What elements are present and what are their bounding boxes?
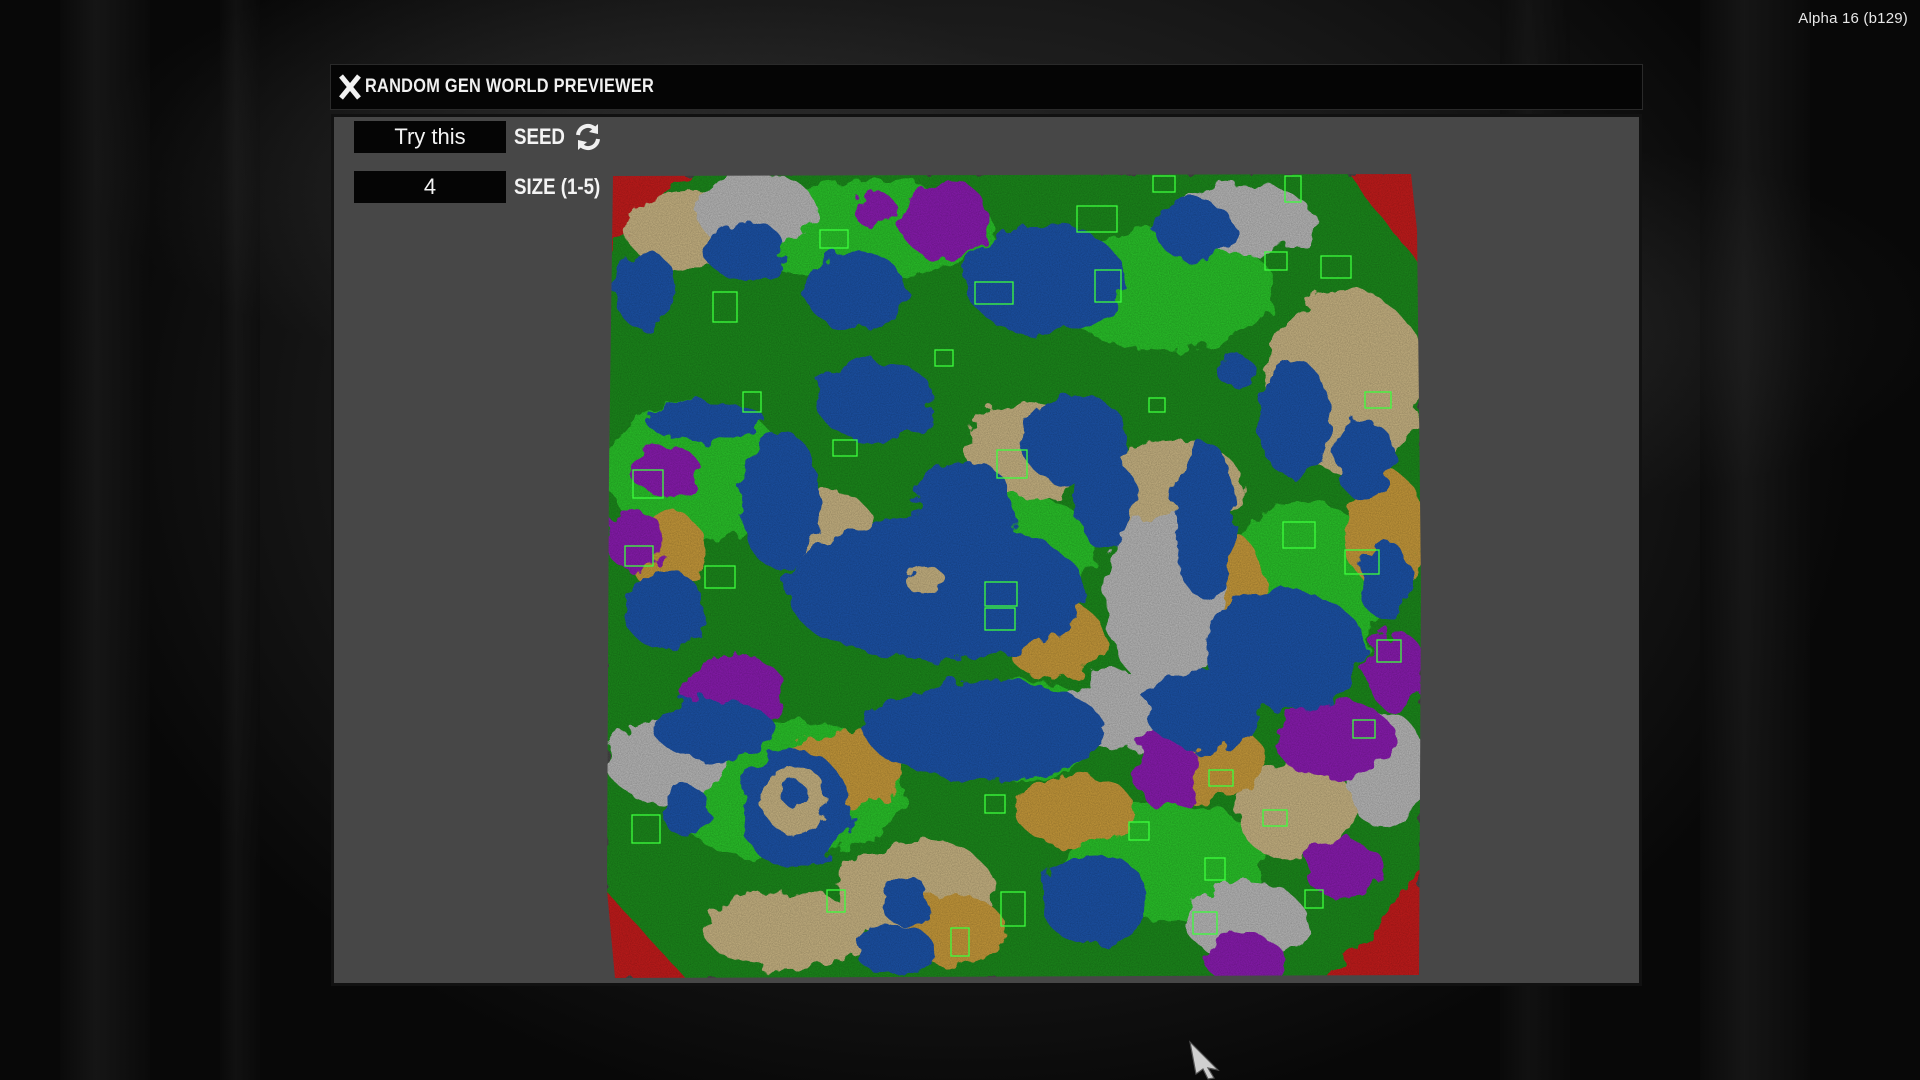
seed-input[interactable] — [354, 121, 506, 153]
world-preview-map[interactable] — [605, 170, 1423, 983]
window-title: RANDOM GEN WORLD PREVIEWER — [365, 76, 655, 97]
size-label: SIZE (1-5) — [514, 174, 601, 199]
seed-label: SEED — [514, 124, 565, 149]
version-label: Alpha 16 (b129) — [1798, 10, 1908, 27]
refresh-icon[interactable] — [572, 121, 604, 153]
mouse-cursor-icon — [1189, 1040, 1220, 1080]
close-x-icon[interactable] — [337, 72, 363, 102]
previewer-panel: SEED SIZE (1-5) — [331, 114, 1642, 986]
title-bar: RANDOM GEN WORLD PREVIEWER — [330, 64, 1643, 110]
size-input[interactable] — [354, 171, 506, 203]
world-previewer-window: RANDOM GEN WORLD PREVIEWER SEED SIZE (1-… — [330, 64, 1643, 986]
